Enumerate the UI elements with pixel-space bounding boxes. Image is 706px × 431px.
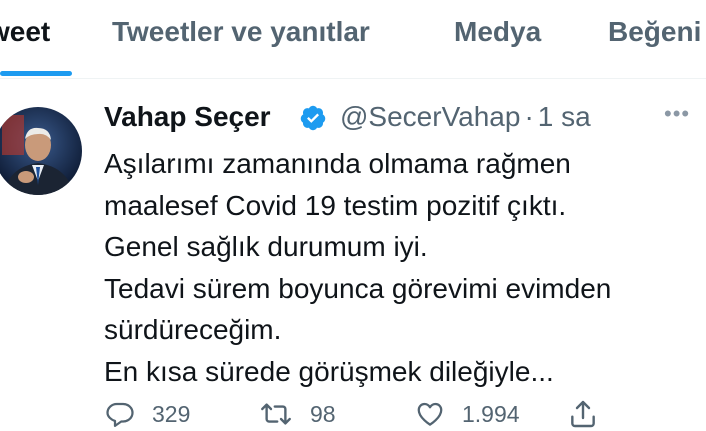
like-count: 1.994 bbox=[462, 400, 520, 427]
active-tab-indicator bbox=[0, 71, 72, 76]
tab-media[interactable]: Medya bbox=[454, 16, 541, 48]
tab-likes[interactable]: Beğeni bbox=[608, 16, 701, 48]
tweet-line: Genel sağlık durumum iyi. bbox=[104, 231, 428, 262]
tweet-time[interactable]: 1 sa bbox=[538, 101, 591, 132]
share-icon bbox=[571, 400, 595, 428]
tweet-line: Tedavi sürem boyunca görevimi evimden bbox=[104, 272, 612, 304]
share-button[interactable] bbox=[566, 397, 600, 431]
avatar[interactable] bbox=[0, 107, 82, 195]
tweet-line: maalesef Covid 19 testim pozitif çıktı. bbox=[104, 189, 567, 221]
tweet-text: Aşılarımı zamanında olmama rağmen maales… bbox=[104, 143, 699, 392]
separator-dot: · bbox=[524, 101, 534, 132]
tab-tweets[interactable]: weet bbox=[0, 16, 50, 48]
tweet-actions: 329 98 1.994 bbox=[0, 397, 706, 431]
retweet-count: 98 bbox=[310, 400, 336, 427]
reply-icon bbox=[106, 402, 134, 427]
author-handle-line: @SecerVahap · 1 sa bbox=[340, 101, 591, 133]
retweet-button[interactable]: 98 bbox=[258, 397, 336, 431]
verified-badge-icon bbox=[300, 105, 326, 131]
reply-count: 329 bbox=[152, 400, 191, 427]
retweet-icon bbox=[261, 403, 291, 425]
author-name[interactable]: Vahap Seçer bbox=[104, 101, 271, 133]
tab-tweets-and-replies[interactable]: Tweetler ve yanıtlar bbox=[112, 16, 370, 48]
heart-icon bbox=[417, 402, 443, 426]
profile-tabs: weet Tweetler ve yanıtlar Medya Beğeni bbox=[0, 0, 706, 79]
reply-button[interactable]: 329 bbox=[104, 397, 190, 431]
tweet-line: sürdüreceğim. bbox=[104, 314, 282, 345]
tweet[interactable]: Vahap Seçer @SecerVahap · 1 sa ••• Aşıları… bbox=[0, 79, 706, 431]
more-icon[interactable]: ••• bbox=[664, 101, 690, 127]
tweet-line: Aşılarımı zamanında olmama rağmen bbox=[104, 148, 571, 179]
like-button[interactable]: 1.994 bbox=[414, 397, 520, 431]
tweet-line: En kısa sürede görüşmek dileğiyle... bbox=[104, 355, 554, 387]
author-handle[interactable]: @SecerVahap bbox=[340, 101, 520, 132]
